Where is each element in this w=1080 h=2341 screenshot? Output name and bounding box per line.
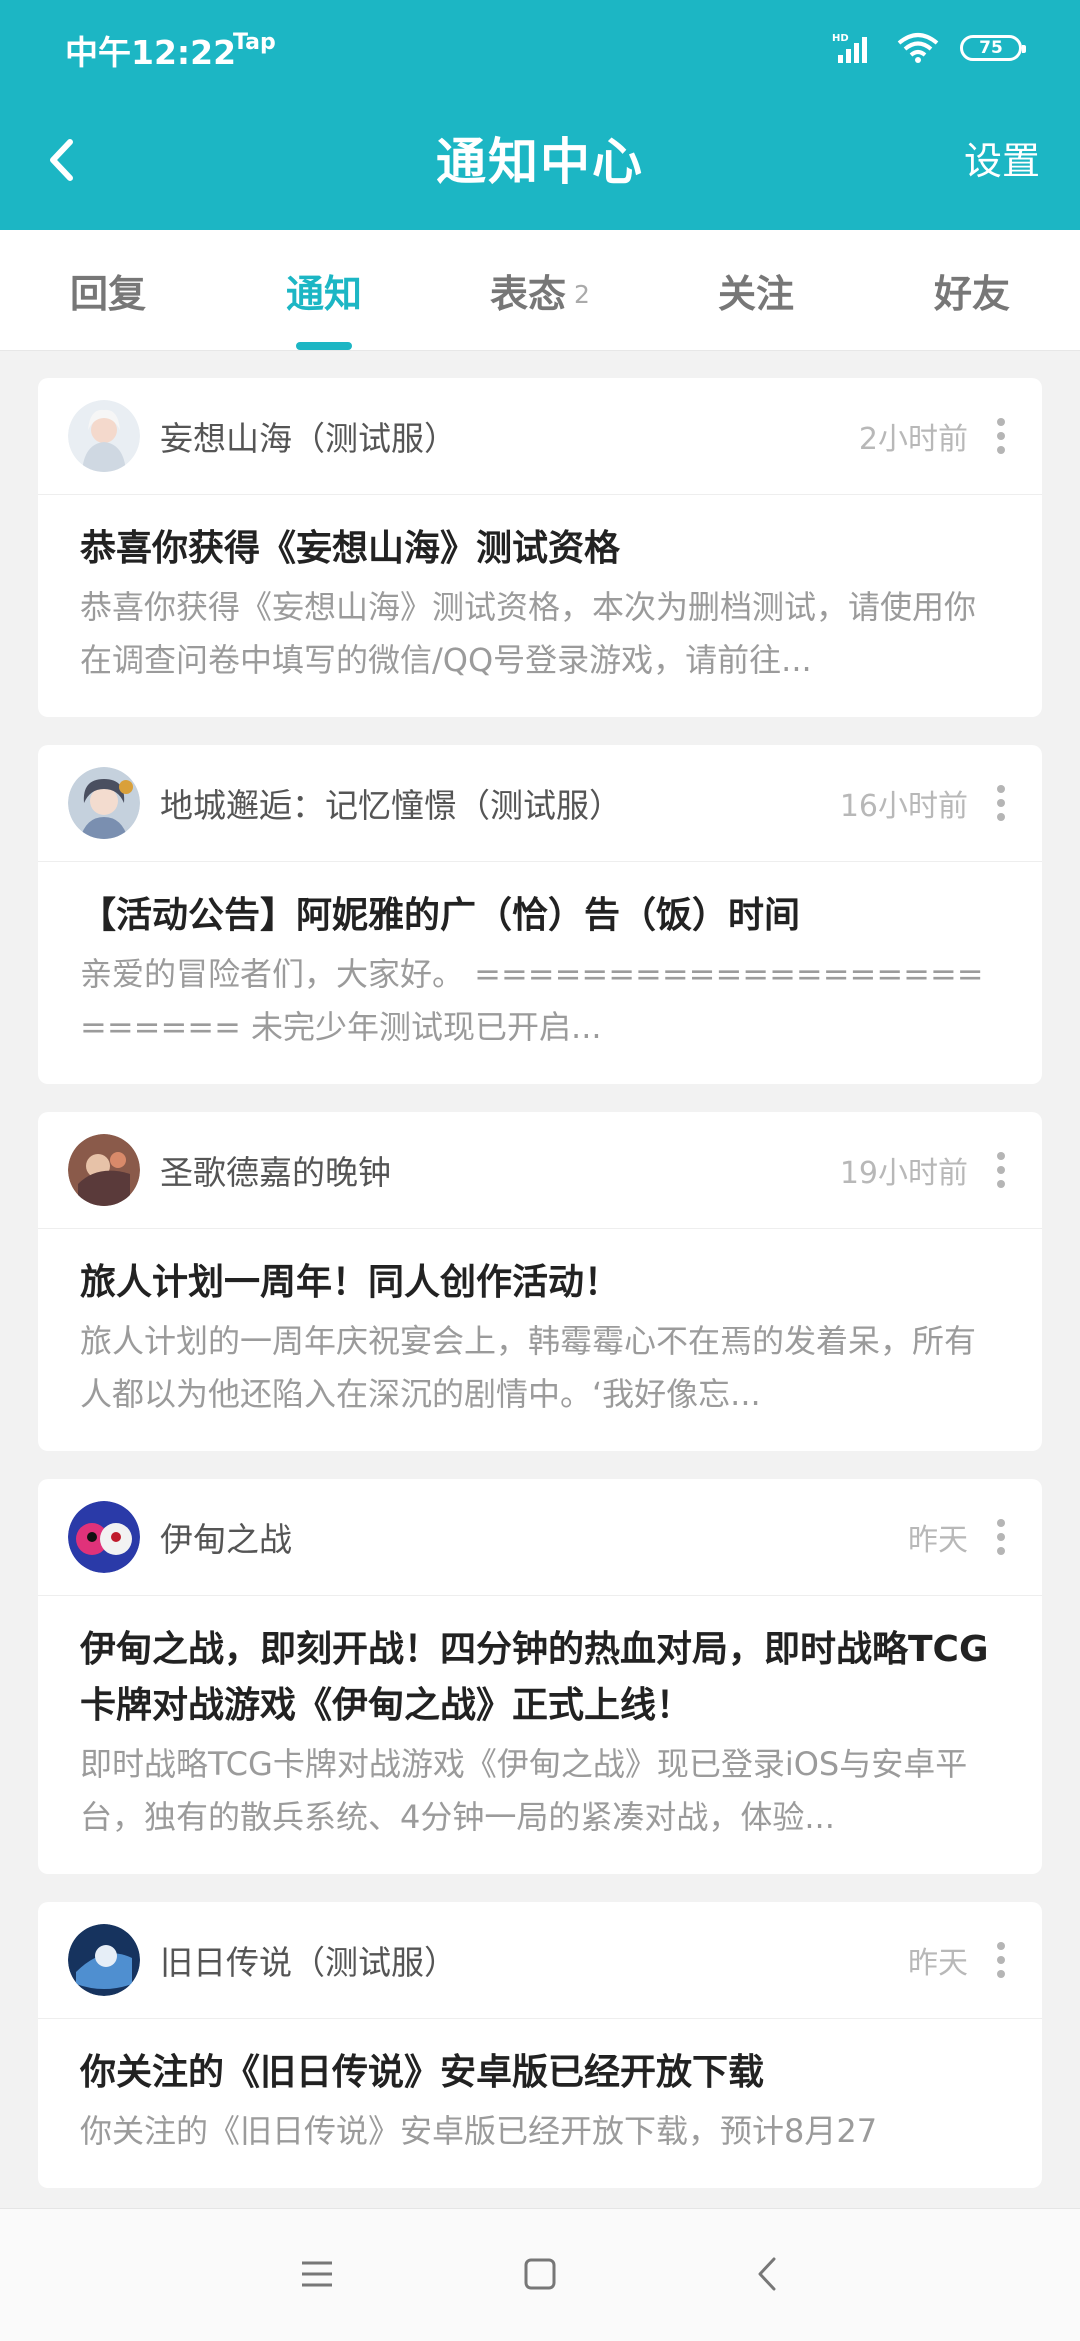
notification-title: 你关注的《旧日传说》安卓版已经开放下载	[80, 2052, 765, 2093]
timestamp: 16小时前	[839, 789, 968, 824]
tab-reply[interactable]: 回复	[0, 230, 216, 350]
tab-friends[interactable]: 好友	[864, 230, 1080, 350]
menu-button[interactable]	[282, 2239, 352, 2309]
game-avatar[interactable]	[68, 1501, 140, 1573]
settings-button[interactable]: 设置	[964, 130, 1040, 185]
card-body: 恭喜你获得《妄想山海》测试资格 恭喜你获得《妄想山海》测试资格，本次为删档测试，…	[38, 495, 1042, 717]
tab-badge: 2	[574, 279, 590, 309]
tab-label: 表态	[490, 271, 567, 316]
system-nav-bar	[0, 2208, 1080, 2341]
tab-label: 关注	[717, 271, 794, 316]
notification-title: 【活动公告】阿妮雅的广（恰）告（饭）时间	[80, 895, 801, 936]
card-body: 你关注的《旧日传说》安卓版已经开放下载 你关注的《旧日传说》安卓版已经开放下载，…	[38, 2019, 1042, 2188]
status-time: 中午12:22	[65, 33, 237, 72]
notification-card[interactable]: 伊甸之战 昨天 伊甸之战，即刻开战！四分钟的热血对局，即时战略TCG卡牌对战游戏…	[38, 1479, 1042, 1874]
timestamp: 2小时前	[858, 422, 968, 457]
status-carrier: Tap	[233, 30, 276, 55]
status-icons: HD 75	[832, 28, 1026, 68]
card-header: 地城邂逅：记忆憧憬（测试服） 16小时前	[38, 745, 1042, 862]
more-options-icon[interactable]	[996, 1519, 1006, 1555]
notification-desc: 亲爱的冒险者们，大家好。 ========================= 未…	[80, 955, 984, 1046]
status-bar: 中午12:22 Tap HD 75	[0, 0, 1080, 95]
tab-follow[interactable]: 关注	[648, 230, 864, 350]
tab-reaction[interactable]: 表态 2	[432, 230, 648, 350]
game-avatar[interactable]	[68, 1134, 140, 1206]
tab-bar: 回复 通知 表态 2 关注 好友	[0, 230, 1080, 351]
card-header: 圣歌德嘉的晚钟 19小时前	[38, 1112, 1042, 1229]
card-body: 【活动公告】阿妮雅的广（恰）告（饭）时间 亲爱的冒险者们，大家好。 ======…	[38, 862, 1042, 1084]
card-header: 伊甸之战 昨天	[38, 1479, 1042, 1596]
wifi-icon	[897, 33, 939, 63]
game-name[interactable]: 圣歌德嘉的晚钟	[160, 1146, 840, 1194]
back-triangle-icon	[758, 2257, 776, 2291]
more-options-icon[interactable]	[996, 1942, 1006, 1978]
more-options-icon[interactable]	[996, 785, 1006, 821]
card-body: 旅人计划一周年！同人创作活动！ 旅人计划的一周年庆祝宴会上，韩霉霉心不在焉的发着…	[38, 1229, 1042, 1451]
game-name[interactable]: 伊甸之战	[160, 1513, 908, 1561]
battery-level: 75	[979, 38, 1003, 58]
notification-desc: 旅人计划的一周年庆祝宴会上，韩霉霉心不在焉的发着呆，所有人都以为他还陷入在深沉的…	[80, 1322, 977, 1413]
tab-label: 好友	[933, 271, 1010, 316]
menu-icon	[302, 2261, 332, 2287]
back-nav-button[interactable]	[732, 2239, 802, 2309]
game-avatar[interactable]	[68, 400, 140, 472]
notification-card[interactable]: 圣歌德嘉的晚钟 19小时前 旅人计划一周年！同人创作活动！ 旅人计划的一周年庆祝…	[38, 1112, 1042, 1451]
card-header: 妄想山海（测试服） 2小时前	[38, 378, 1042, 495]
tab-label: 通知	[285, 271, 362, 316]
game-avatar[interactable]	[68, 767, 140, 839]
battery-icon: 75	[960, 35, 1026, 61]
notification-desc: 恭喜你获得《妄想山海》测试资格，本次为删档测试，请使用你在调查问卷中填写的微信/…	[80, 588, 977, 679]
game-avatar[interactable]	[68, 1924, 140, 1996]
notification-card[interactable]: 地城邂逅：记忆憧憬（测试服） 16小时前 【活动公告】阿妮雅的广（恰）告（饭）时…	[38, 745, 1042, 1084]
tab-notice[interactable]: 通知	[216, 230, 432, 350]
notification-list: 妄想山海（测试服） 2小时前 恭喜你获得《妄想山海》测试资格 恭喜你获得《妄想山…	[38, 378, 1042, 2216]
more-options-icon[interactable]	[996, 1152, 1006, 1188]
notification-title: 伊甸之战，即刻开战！四分钟的热血对局，即时战略TCG卡牌对战游戏《伊甸之战》正式…	[80, 1629, 989, 1726]
notification-title: 恭喜你获得《妄想山海》测试资格	[80, 528, 621, 569]
game-name[interactable]: 旧日传说（测试服）	[160, 1936, 908, 1984]
timestamp: 昨天	[908, 1946, 968, 1981]
home-square-icon	[524, 2258, 556, 2290]
timestamp: 昨天	[908, 1523, 968, 1558]
hd-signal-icon: HD	[832, 33, 867, 63]
notification-desc: 即时战略TCG卡牌对战游戏《伊甸之战》现已登录iOS与安卓平台，独有的散兵系统、…	[80, 1745, 968, 1836]
notification-title: 旅人计划一周年！同人创作活动！	[80, 1262, 621, 1303]
app-header: 通知中心 设置	[0, 95, 1080, 230]
tab-label: 回复	[69, 271, 146, 316]
card-body: 伊甸之战，即刻开战！四分钟的热血对局，即时战略TCG卡牌对战游戏《伊甸之战》正式…	[38, 1596, 1042, 1874]
svg-text:HD: HD	[832, 33, 849, 44]
home-button[interactable]	[505, 2239, 575, 2309]
active-tab-indicator	[296, 342, 352, 350]
card-header: 旧日传说（测试服） 昨天	[38, 1902, 1042, 2019]
timestamp: 19小时前	[839, 1156, 968, 1191]
more-options-icon[interactable]	[996, 418, 1006, 454]
notification-card[interactable]: 旧日传说（测试服） 昨天 你关注的《旧日传说》安卓版已经开放下载 你关注的《旧日…	[38, 1902, 1042, 2188]
game-name[interactable]: 妄想山海（测试服）	[160, 412, 859, 460]
notification-card[interactable]: 妄想山海（测试服） 2小时前 恭喜你获得《妄想山海》测试资格 恭喜你获得《妄想山…	[38, 378, 1042, 717]
notification-desc: 你关注的《旧日传说》安卓版已经开放下载，预计8月27	[80, 2112, 878, 2150]
game-name[interactable]: 地城邂逅：记忆憧憬（测试服）	[160, 779, 840, 827]
page-title: 通知中心	[436, 133, 644, 191]
